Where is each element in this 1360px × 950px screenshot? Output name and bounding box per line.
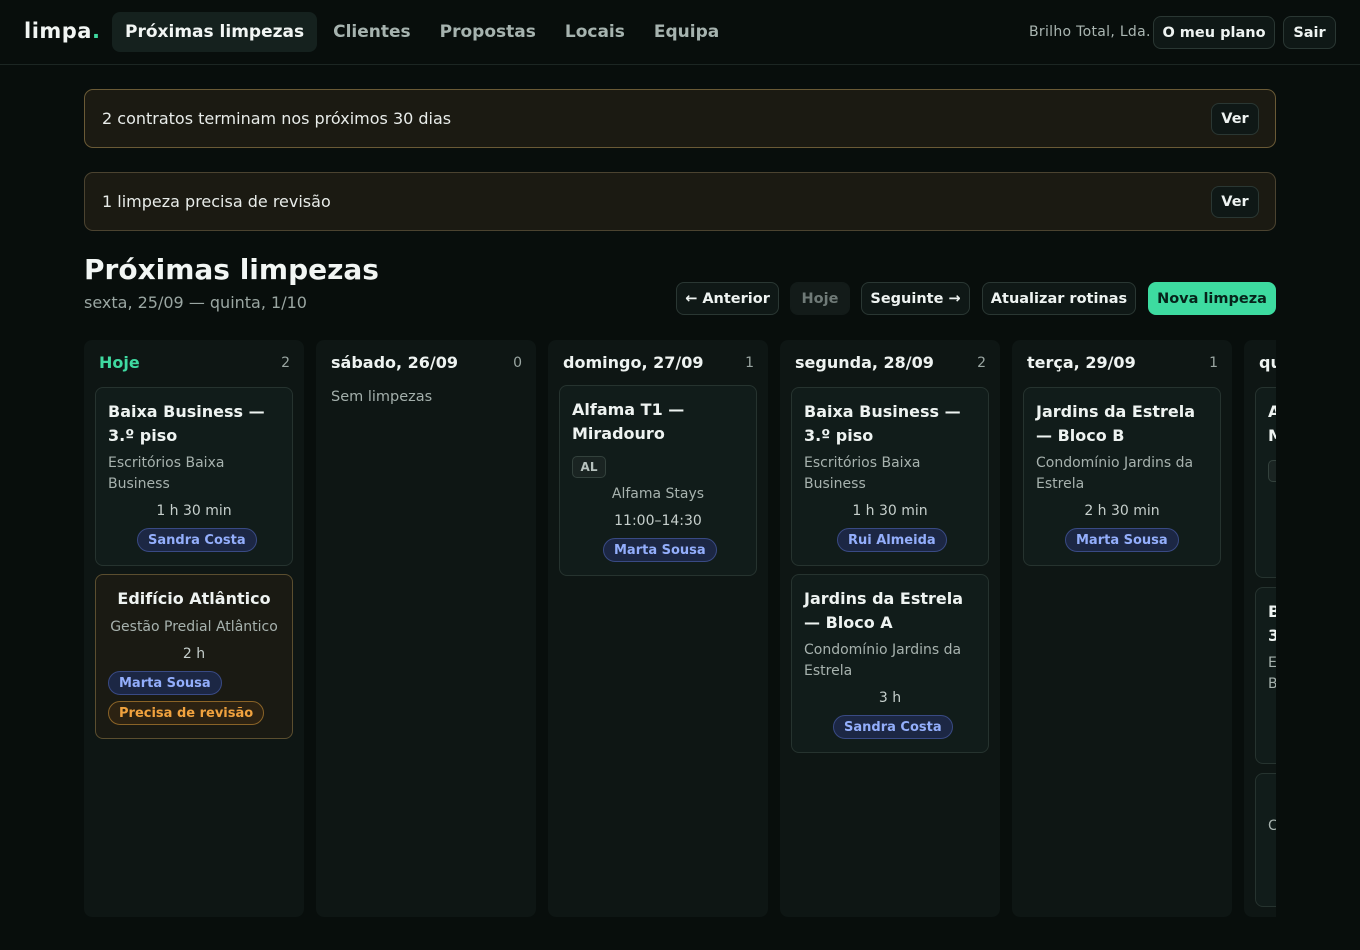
needs-review-badge: Precisa de revisão [108, 701, 265, 725]
card-time: 11:00–14:30 [614, 513, 702, 529]
card-title: Edifício Atlântico [117, 589, 271, 608]
alert-needs-review: 1 limpeza precisa de revisão Ver [84, 172, 1276, 231]
card-client: Gestão Predial Atlântico [110, 619, 278, 635]
new-cleaning-button[interactable]: Nova limpeza [1148, 282, 1276, 315]
day-count: 0 [513, 355, 522, 371]
alert-contracts-ending: 2 contratos terminam nos próximos 30 dia… [84, 89, 1276, 148]
day-label: sábado, 26/09 [331, 353, 459, 372]
refresh-routines-button[interactable]: Atualizar rotinas [982, 282, 1136, 315]
day-column-today: Hoje 2 Baixa Business — 3.º piso Escritó… [84, 340, 304, 917]
alert-text: 1 limpeza precisa de revisão [102, 192, 331, 211]
day-label: terça, 29/09 [1027, 353, 1136, 372]
top-nav: limpa. Próximas limpezas Clientes Propos… [0, 0, 1360, 65]
next-week-button[interactable]: Seguinte → [861, 282, 970, 315]
card-client: Escritórios Baixa Business [108, 455, 225, 492]
day-column-wednesday: qu A M B 3 E B C [1244, 340, 1276, 917]
day-count: 1 [1209, 355, 1218, 371]
tab-proximas-limpezas[interactable]: Próximas limpezas [112, 12, 318, 52]
worker-chip[interactable]: Sandra Costa [137, 528, 257, 552]
day-column-monday: segunda, 28/09 2 Baixa Business — 3.º pi… [780, 340, 1000, 917]
my-plan-button[interactable]: O meu plano [1153, 16, 1275, 49]
worker-chip[interactable]: Sandra Costa [833, 715, 953, 739]
day-count: 1 [745, 355, 754, 371]
cleaning-card[interactable]: Jardins da Estrela — Bloco B Condomínio … [1023, 387, 1221, 566]
card-client: Escritórios Baixa Business [804, 455, 921, 492]
worker-chip[interactable]: Rui Almeida [837, 528, 947, 552]
date-range: sexta, 25/09 — quinta, 1/10 [84, 293, 307, 312]
card-duration: 1 h 30 min [156, 503, 232, 519]
cleaning-card[interactable]: C [1255, 773, 1276, 907]
day-label: domingo, 27/09 [563, 353, 704, 372]
card-title: Jardins da Estrela — Bloco A [804, 589, 964, 632]
worker-chip[interactable]: Marta Sousa [108, 671, 222, 695]
today-button[interactable]: Hoje [790, 282, 850, 315]
day-label: Hoje [99, 353, 140, 372]
no-cleanings-text: Sem limpezas [331, 389, 433, 405]
previous-week-button[interactable]: ← Anterior [676, 282, 779, 315]
worker-chip[interactable]: Marta Sousa [1065, 528, 1179, 552]
cleaning-card[interactable]: Baixa Business — 3.º piso Escritórios Ba… [95, 387, 293, 566]
day-label: qu [1259, 353, 1276, 372]
logo-dot: . [91, 19, 101, 43]
card-client: C [1268, 818, 1276, 834]
cleaning-card[interactable]: Alfama T1 — Miradouro AL Alfama Stays 11… [559, 385, 757, 576]
cleaning-card[interactable]: B 3 E B [1255, 587, 1276, 764]
card-title: Baixa Business — 3.º piso [108, 402, 265, 445]
company-name: Brilho Total, Lda. [1029, 24, 1151, 40]
card-title: A M [1268, 402, 1276, 445]
day-label: segunda, 28/09 [795, 353, 934, 372]
app-logo[interactable]: limpa. [24, 19, 100, 43]
card-title: B 3 [1268, 602, 1276, 645]
local-type-tag [1268, 460, 1276, 482]
day-count: 2 [281, 355, 290, 371]
alert-view-button[interactable]: Ver [1211, 103, 1259, 135]
day-column-tuesday: terça, 29/09 1 Jardins da Estrela — Bloc… [1012, 340, 1232, 917]
page-title: Próximas limpezas [84, 253, 379, 286]
card-client: E B [1268, 655, 1276, 692]
card-duration: 2 h 30 min [1084, 503, 1160, 519]
card-duration: 1 h 30 min [852, 503, 928, 519]
cleaning-card[interactable]: Jardins da Estrela — Bloco A Condomínio … [791, 574, 989, 753]
card-title: Alfama T1 — Miradouro [572, 400, 685, 443]
cleaning-card-needs-review[interactable]: Edifício Atlântico Gestão Predial Atlânt… [95, 574, 293, 739]
alert-view-button[interactable]: Ver [1211, 186, 1259, 218]
logout-button[interactable]: Sair [1283, 16, 1336, 49]
card-client: Condomínio Jardins da Estrela [1036, 455, 1194, 492]
card-duration: 2 h [182, 646, 206, 662]
day-column-sunday: domingo, 27/09 1 Alfama T1 — Miradouro A… [548, 340, 768, 917]
card-client: Condomínio Jardins da Estrela [804, 642, 962, 679]
tab-clientes[interactable]: Clientes [320, 12, 424, 52]
card-title: Baixa Business — 3.º piso [804, 402, 961, 445]
tab-propostas[interactable]: Propostas [427, 12, 549, 52]
tab-equipa[interactable]: Equipa [641, 12, 732, 52]
alert-text: 2 contratos terminam nos próximos 30 dia… [102, 109, 452, 128]
card-client: Alfama Stays [611, 486, 705, 502]
card-duration: 3 h [878, 690, 902, 706]
tab-locais[interactable]: Locais [552, 12, 638, 52]
card-title: Jardins da Estrela — Bloco B [1036, 402, 1196, 445]
cleaning-card[interactable]: A M [1255, 387, 1276, 578]
local-type-tag: AL [572, 456, 606, 478]
worker-chip[interactable]: Marta Sousa [603, 538, 717, 562]
nav-tabs: Próximas limpezas Clientes Propostas Loc… [112, 12, 735, 52]
day-column-saturday: sábado, 26/09 0 Sem limpezas [316, 340, 536, 917]
day-count: 2 [977, 355, 986, 371]
cleaning-card[interactable]: Baixa Business — 3.º piso Escritórios Ba… [791, 387, 989, 566]
schedule-board: Hoje 2 Baixa Business — 3.º piso Escritó… [84, 340, 1276, 918]
